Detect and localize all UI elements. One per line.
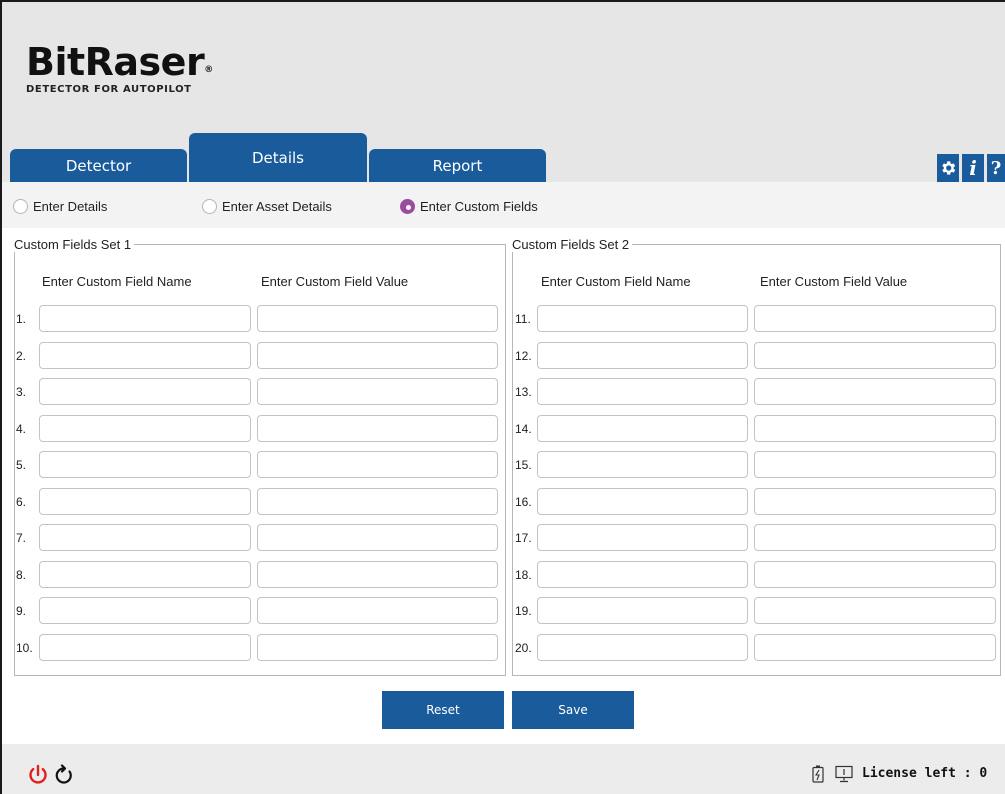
- restart-icon[interactable]: [54, 764, 74, 789]
- custom-field-value-input[interactable]: [754, 597, 996, 624]
- radio-label: Enter Asset Details: [222, 199, 332, 214]
- tab-report[interactable]: Report: [369, 149, 546, 182]
- row-number: 9.: [16, 604, 27, 618]
- row-number: 1.: [16, 312, 27, 326]
- battery-icon: [812, 765, 824, 786]
- custom-field-name-input[interactable]: [537, 305, 748, 332]
- custom-field-value-input[interactable]: [257, 597, 498, 624]
- license-left-label: License left : 0: [862, 766, 988, 781]
- custom-field-name-input[interactable]: [39, 305, 251, 332]
- custom-field-value-input[interactable]: [754, 451, 996, 478]
- custom-field-name-input[interactable]: [39, 378, 251, 405]
- custom-field-name-input[interactable]: [537, 414, 748, 442]
- set2-col-name-header: Enter Custom Field Name: [541, 274, 691, 289]
- gear-icon[interactable]: [937, 154, 959, 182]
- set1-col-value-header: Enter Custom Field Value: [261, 274, 409, 289]
- radio-circle-selected: [400, 199, 415, 214]
- info-icon[interactable]: i: [962, 154, 984, 182]
- custom-field-value-input[interactable]: [257, 341, 498, 369]
- radio-circle: [202, 199, 217, 214]
- custom-field-name-input[interactable]: [39, 451, 251, 478]
- row-number: 18.: [515, 567, 532, 582]
- radio-label: Enter Custom Fields: [420, 199, 538, 214]
- row-number: 16.: [515, 494, 532, 509]
- custom-field-name-input[interactable]: [537, 341, 748, 369]
- custom-field-value-input[interactable]: [257, 451, 498, 478]
- custom-field-name-input[interactable]: [537, 487, 748, 515]
- custom-field-name-input[interactable]: [39, 597, 251, 624]
- set1-legend: Custom Fields Set 1: [14, 237, 135, 252]
- custom-field-name-input[interactable]: [39, 633, 251, 661]
- custom-field-value-input[interactable]: [754, 341, 996, 369]
- row-number: 6.: [16, 494, 27, 509]
- power-icon[interactable]: [28, 764, 48, 789]
- row-number: 7.: [16, 531, 27, 545]
- row-number: 15.: [515, 458, 532, 472]
- row-number: 14.: [515, 421, 532, 436]
- bitraser-logo: BitRaser® DETECTOR FOR AUTOPILOT: [26, 42, 213, 95]
- set2-legend: Custom Fields Set 2: [512, 237, 633, 252]
- set1-col-name-header: Enter Custom Field Name: [42, 274, 192, 289]
- custom-field-name-input[interactable]: [39, 487, 251, 515]
- custom-field-value-input[interactable]: [754, 414, 996, 442]
- custom-field-name-input[interactable]: [537, 597, 748, 624]
- custom-field-value-input[interactable]: [754, 378, 996, 405]
- row-number: 8.: [16, 567, 27, 582]
- tab-detector[interactable]: Detector: [10, 149, 187, 182]
- custom-field-value-input[interactable]: [257, 524, 498, 551]
- row-number: 10.: [16, 640, 33, 655]
- row-number: 5.: [16, 458, 27, 472]
- custom-field-value-input[interactable]: [257, 378, 498, 405]
- radio-circle: [13, 199, 28, 214]
- custom-field-value-input[interactable]: [257, 560, 498, 588]
- save-button[interactable]: Save: [512, 691, 634, 729]
- footer-bar: [2, 744, 1005, 794]
- set2-col-value-header: Enter Custom Field Value: [760, 274, 908, 289]
- row-number: 20.: [515, 640, 532, 655]
- tab-report-label: Report: [432, 156, 483, 175]
- logo-tagline: DETECTOR FOR AUTOPILOT: [26, 84, 192, 95]
- tab-details-label: Details: [251, 149, 304, 167]
- custom-field-value-input[interactable]: [257, 305, 498, 332]
- custom-field-name-input[interactable]: [39, 560, 251, 588]
- custom-field-name-input[interactable]: [39, 341, 251, 369]
- app-window: BitRaser® DETECTOR FOR AUTOPILOT Detecto…: [0, 0, 1005, 794]
- row-number: 19.: [515, 604, 532, 618]
- custom-field-value-input[interactable]: [754, 560, 996, 588]
- custom-field-name-input[interactable]: [537, 378, 748, 405]
- custom-field-value-input[interactable]: [257, 633, 498, 661]
- radio-label: Enter Details: [33, 199, 108, 214]
- reset-button[interactable]: Reset: [382, 691, 504, 729]
- custom-field-value-input[interactable]: [754, 524, 996, 551]
- logo-registered-mark: ®: [204, 65, 213, 75]
- custom-field-name-input[interactable]: [537, 524, 748, 551]
- radio-enter-details[interactable]: Enter Details: [13, 199, 107, 214]
- custom-field-name-input[interactable]: [537, 451, 748, 478]
- row-number: 13.: [515, 385, 532, 399]
- header-bar: BitRaser® DETECTOR FOR AUTOPILOT Detecto…: [2, 2, 1005, 182]
- radio-enter-custom-fields[interactable]: Enter Custom Fields: [400, 199, 538, 214]
- row-number: 17.: [515, 531, 532, 545]
- row-number: 11.: [515, 312, 531, 326]
- custom-field-value-input[interactable]: [754, 305, 996, 332]
- custom-field-value-input[interactable]: [754, 633, 996, 661]
- custom-field-name-input[interactable]: [537, 560, 748, 588]
- custom-field-value-input[interactable]: [257, 414, 498, 442]
- tab-detector-label: Detector: [65, 156, 132, 175]
- row-number: 2.: [16, 348, 27, 363]
- row-number: 12.: [515, 348, 532, 363]
- custom-field-name-input[interactable]: [537, 633, 748, 661]
- custom-field-name-input[interactable]: [39, 524, 251, 551]
- radio-enter-asset-details[interactable]: Enter Asset Details: [202, 199, 332, 214]
- custom-field-name-input[interactable]: [39, 414, 251, 442]
- row-number: 4.: [16, 421, 27, 436]
- custom-field-value-input[interactable]: [754, 487, 996, 515]
- help-icon[interactable]: ?: [987, 154, 1005, 182]
- monitor-icon: [835, 765, 853, 786]
- row-number: 3.: [16, 385, 27, 399]
- custom-field-value-input[interactable]: [257, 487, 498, 515]
- logo-word: BitRaser: [26, 40, 205, 84]
- tab-details[interactable]: Details: [189, 133, 367, 182]
